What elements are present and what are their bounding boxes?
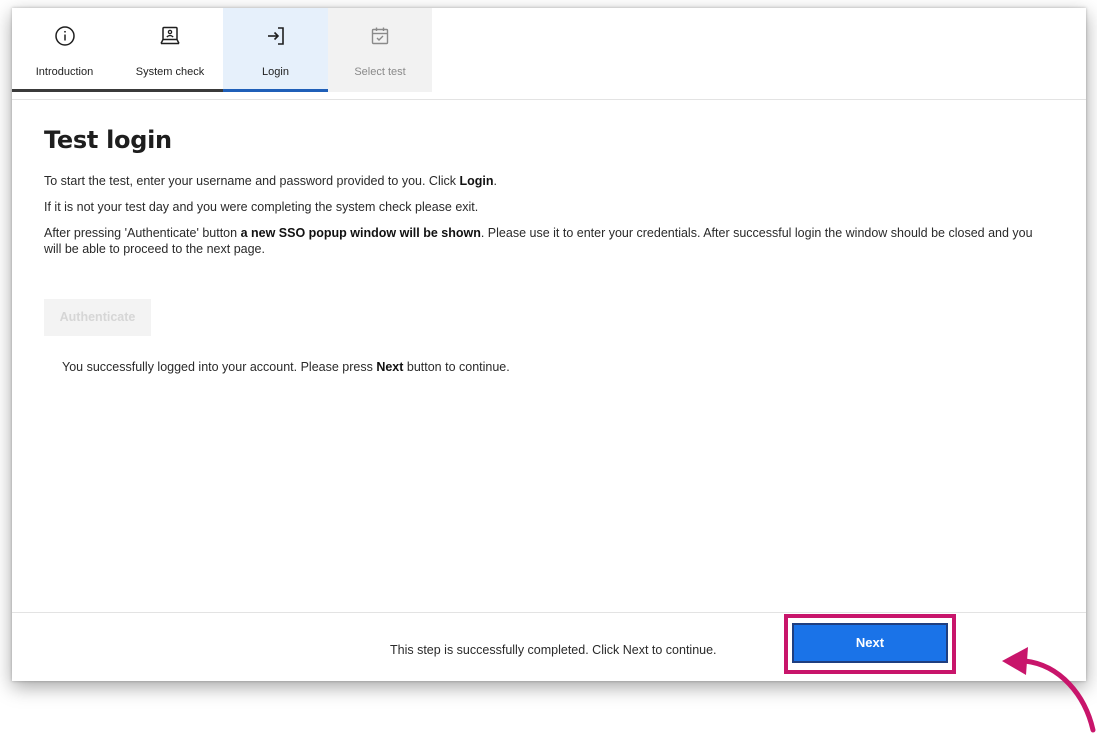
tab-select-test-label: Select test [354, 66, 406, 78]
test-login-window: Introduction System check Login Select t… [12, 8, 1086, 681]
tab-system-check-label: System check [135, 66, 205, 78]
instructions-sso-text: After pressing 'Authenticate' button [44, 226, 241, 240]
tab-login-label: Login [262, 66, 289, 78]
page-title: Test login [44, 126, 172, 154]
tab-login[interactable]: Login [223, 8, 328, 92]
computer-check-icon [160, 26, 180, 45]
tab-system-check[interactable]: System check [117, 8, 223, 92]
step-complete-message: This step is successfully completed. Cli… [390, 643, 717, 657]
instructions-sso-bold: a new SSO popup window will be shown [240, 226, 481, 240]
completed-steps-underline [12, 89, 223, 92]
instructions-login-bold: Login [459, 174, 494, 188]
tab-select-test[interactable]: Select test [328, 8, 432, 92]
login-content: Test login To start the test, enter your… [44, 126, 1034, 267]
tab-introduction-label: Introduction [35, 66, 94, 78]
success-text: You successfully logged into your accoun… [62, 360, 377, 374]
instructions-login-text: To start the test, enter your username a… [44, 174, 460, 188]
tabbar-divider [12, 99, 1086, 100]
login-success-message: You successfully logged into your accoun… [62, 360, 510, 374]
curved-arrow-icon [1002, 647, 1096, 733]
instructions-login-end: . [493, 174, 497, 188]
footer-divider [12, 612, 1086, 613]
instructions-sso: After pressing 'Authenticate' button a n… [44, 225, 1034, 257]
tab-introduction[interactable]: Introduction [12, 8, 117, 92]
success-bold: Next [376, 360, 404, 374]
next-button[interactable]: Next [792, 623, 948, 663]
success-end: button to continue. [403, 360, 510, 374]
login-arrow-icon [267, 27, 284, 45]
instructions-exit: If it is not your test day and you were … [44, 200, 479, 214]
authenticate-button[interactable]: Authenticate [44, 299, 151, 336]
screenshot-stage: Introduction System check Login Select t… [0, 0, 1097, 734]
step-tabbar: Introduction System check Login Select t… [12, 8, 1086, 100]
instructions-login: To start the test, enter your username a… [44, 173, 1034, 189]
calendar-check-icon [371, 27, 389, 45]
info-icon [54, 26, 75, 46]
